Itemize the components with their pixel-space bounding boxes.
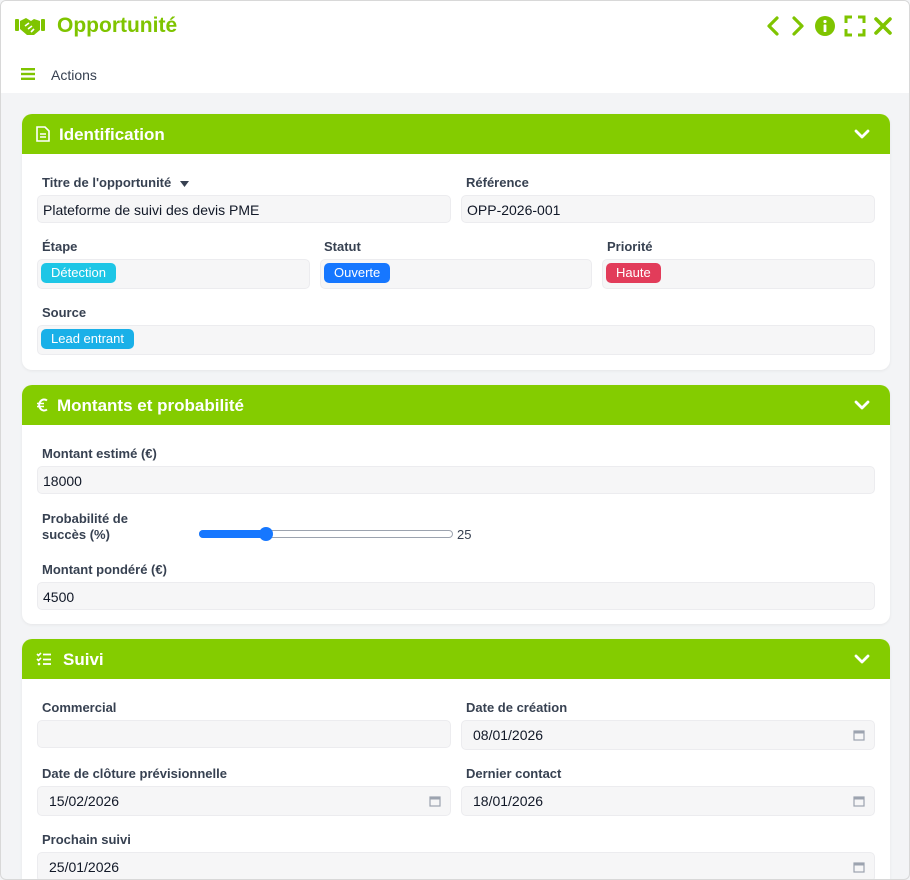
euro-icon	[37, 398, 48, 412]
info-icon[interactable]	[814, 15, 836, 37]
document-icon	[36, 126, 50, 142]
etape-label: Étape	[42, 239, 78, 254]
actions-menu[interactable]: Actions	[51, 67, 97, 83]
montant-estime-field[interactable]: 18000	[37, 466, 875, 494]
date-creation-label: Date de création	[466, 700, 568, 715]
title-bar: Opportunité	[1, 1, 909, 53]
calendar-icon[interactable]	[429, 795, 441, 807]
probabilite-value: 25	[457, 527, 472, 542]
probabilite-slider[interactable]	[197, 525, 455, 543]
source-label: Source	[42, 305, 87, 320]
reference-label: Référence	[466, 175, 529, 190]
montant-estime-label: Montant estimé (€)	[42, 446, 157, 461]
commercial-label: Commercial	[42, 700, 117, 715]
date-creation-field[interactable]: 08/01/2026	[461, 720, 875, 750]
prochain-suivi-label: Prochain suivi	[42, 832, 131, 847]
chevron-left-icon[interactable]	[763, 15, 785, 37]
toolbar: Actions	[1, 53, 909, 93]
close-icon[interactable]	[872, 15, 894, 37]
titre-field[interactable]: Plateforme de suivi des devis PME	[37, 195, 451, 223]
section-title: Identification	[59, 125, 165, 144]
calendar-icon[interactable]	[853, 795, 865, 807]
statut-field[interactable]: Ouverte	[320, 259, 592, 289]
priorite-chip: Haute	[606, 263, 661, 283]
montant-pondere-field[interactable]: 4500	[37, 582, 875, 610]
chevron-down-icon[interactable]	[854, 398, 870, 412]
window-title: Opportunité	[57, 14, 178, 37]
chevron-down-icon[interactable]	[854, 652, 870, 666]
slider-thumb[interactable]	[259, 527, 273, 541]
handshake-icon	[15, 18, 45, 35]
prochain-suivi-field[interactable]: 25/01/2026	[37, 852, 875, 879]
source-field[interactable]: Lead entrant	[37, 325, 875, 355]
probabilite-label: Probabilité de succès (%)	[42, 511, 128, 542]
priorite-field[interactable]: Haute	[602, 259, 875, 289]
statut-label: Statut	[324, 239, 361, 254]
fullscreen-icon[interactable]	[844, 15, 866, 37]
etape-chip: Détection	[41, 263, 116, 283]
section-title: Suivi	[63, 650, 104, 669]
chevron-down-icon[interactable]	[854, 127, 870, 141]
slider-fill	[199, 530, 268, 538]
commercial-field[interactable]	[37, 720, 451, 748]
hamburger-icon[interactable]	[21, 68, 35, 80]
dernier-contact-field[interactable]: 18/01/2026	[461, 786, 875, 816]
checklist-icon	[36, 652, 51, 666]
statut-chip: Ouverte	[324, 263, 391, 283]
dernier-contact-label: Dernier contact	[466, 766, 562, 781]
caret-down-icon[interactable]	[179, 180, 189, 187]
calendar-icon[interactable]	[853, 729, 865, 741]
date-cloture-field[interactable]: 15/02/2026	[37, 786, 451, 816]
titre-label: Titre de l'opportunité	[42, 175, 189, 190]
section-montants-header[interactable]: Montants et probabilité	[22, 385, 890, 425]
section-suivi-header[interactable]: Suivi	[22, 639, 890, 679]
chevron-right-icon[interactable]	[786, 15, 808, 37]
section-title: Montants et probabilité	[57, 396, 244, 415]
date-cloture-label: Date de clôture prévisionnelle	[42, 766, 227, 781]
etape-field[interactable]: Détection	[37, 259, 310, 289]
section-identification-header[interactable]: Identification	[22, 114, 890, 154]
priorite-label: Priorité	[607, 239, 653, 254]
reference-field[interactable]: OPP-2026-001	[461, 195, 875, 223]
source-chip: Lead entrant	[41, 329, 135, 349]
opportunity-window: Opportunité Actions Identification Titre…	[0, 0, 910, 880]
calendar-icon[interactable]	[853, 861, 865, 873]
section-identification: Identification Titre de l'opportunité Pl…	[22, 114, 890, 370]
montant-pondere-label: Montant pondéré (€)	[42, 562, 167, 577]
section-suivi: Suivi Commercial Date de création 08/01/…	[22, 639, 890, 879]
section-montants: Montants et probabilité Montant estimé (…	[22, 385, 890, 624]
